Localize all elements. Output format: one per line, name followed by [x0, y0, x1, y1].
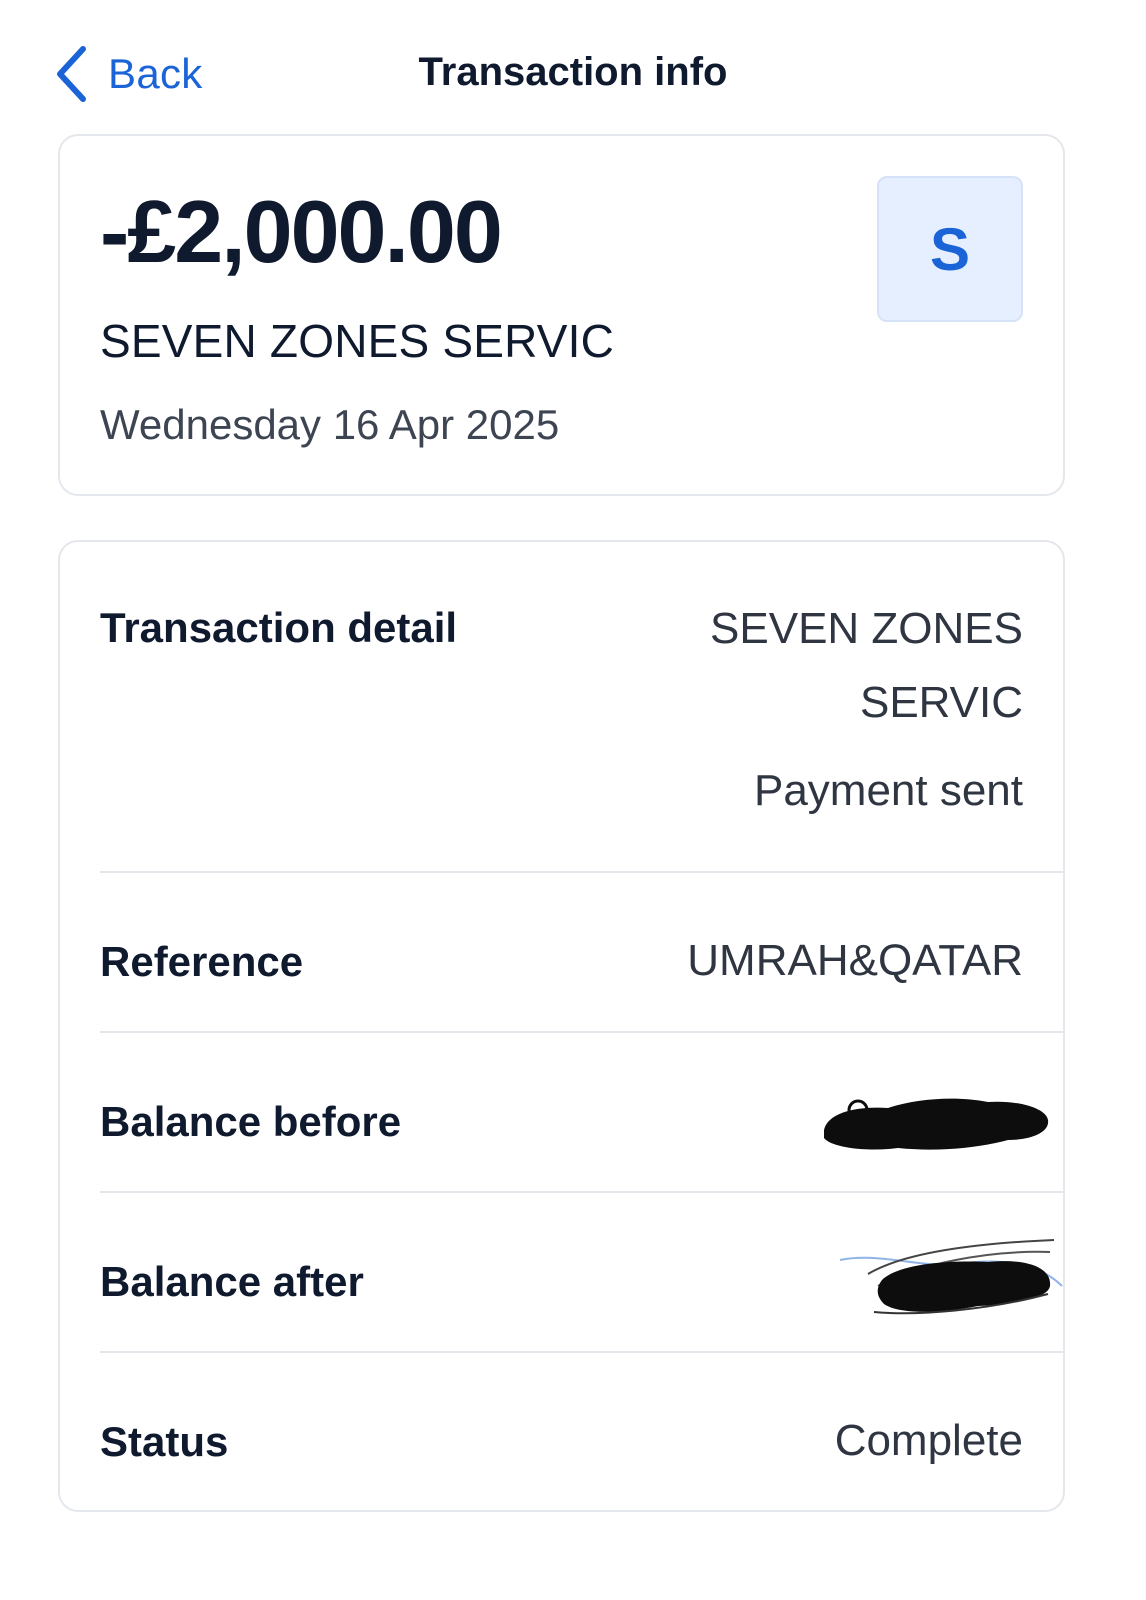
nav-header: Back Transaction info: [0, 0, 1146, 140]
balance-after-redaction: [838, 1234, 1064, 1324]
transaction-detail-type: Payment sent: [753, 766, 1023, 815]
divider: [100, 1031, 1063, 1033]
transaction-detail-line1: SEVEN ZONES: [710, 604, 1023, 653]
transaction-info-screen: Back Transaction info -£2,000.00 SEVEN Z…: [0, 0, 1146, 1600]
balance-before-redaction: [818, 1090, 1052, 1156]
transaction-date: Wednesday 16 Apr 2025: [100, 401, 560, 448]
merchant-name: SEVEN ZONES SERVIC: [100, 315, 615, 367]
status-label: Status: [100, 1418, 229, 1465]
transaction-details-card: Transaction detail SEVEN ZONES SERVIC Pa…: [58, 540, 1065, 1512]
transaction-summary-card: -£2,000.00 SEVEN ZONES SERVIC Wednesday …: [58, 134, 1065, 496]
transaction-detail-line2: SERVIC: [859, 678, 1023, 727]
page-title: Transaction info: [418, 50, 728, 94]
divider: [100, 1351, 1063, 1353]
balance-before-label: Balance before: [100, 1098, 402, 1145]
divider: [100, 871, 1063, 873]
balance-after-label: Balance after: [100, 1258, 364, 1305]
reference-value: UMRAH&QATAR: [687, 936, 1023, 985]
merchant-avatar: S: [877, 176, 1023, 322]
reference-label: Reference: [100, 938, 304, 985]
divider: [100, 1191, 1063, 1193]
detail-row-transaction: Transaction detail SEVEN ZONES SERVIC Pa…: [100, 604, 1063, 864]
status-value: Complete: [834, 1416, 1023, 1465]
transaction-amount: -£2,000.00: [100, 182, 503, 281]
transaction-detail-label: Transaction detail: [100, 604, 458, 651]
